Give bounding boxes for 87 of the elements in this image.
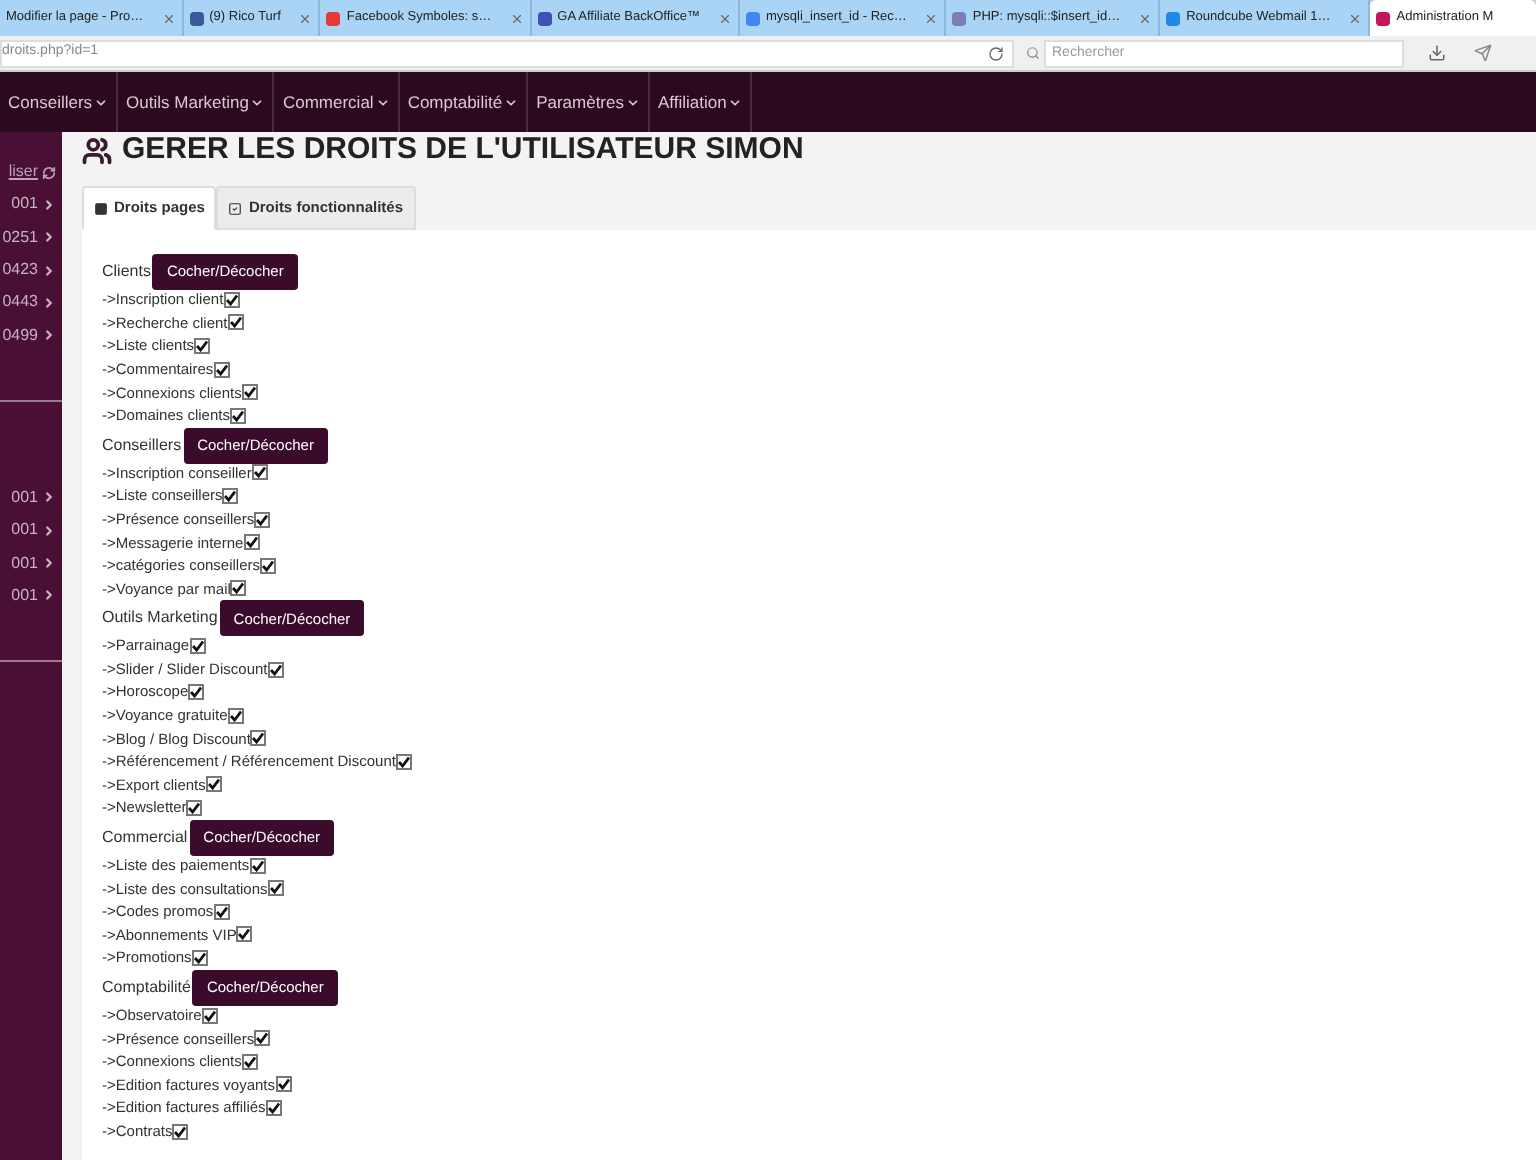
checkbox[interactable] xyxy=(241,1053,258,1070)
checkbox[interactable] xyxy=(223,291,240,308)
chevron-right-icon xyxy=(42,523,56,538)
checkbox[interactable] xyxy=(227,707,244,724)
page-title: GERER LES DROITS DE L'UTILISATEUR SIMON xyxy=(122,130,804,171)
check-icon xyxy=(191,639,204,652)
checkbox[interactable] xyxy=(236,926,253,943)
caret-icon xyxy=(626,95,640,109)
chevron-right-icon xyxy=(42,230,56,245)
checkbox[interactable] xyxy=(265,1100,282,1117)
section-title: Outils Marketing xyxy=(102,606,218,631)
check-icon xyxy=(174,1125,187,1138)
chevron-right-icon xyxy=(42,556,56,571)
checkbox[interactable] xyxy=(254,511,271,528)
checkbox[interactable] xyxy=(267,880,284,897)
close-icon[interactable] xyxy=(924,11,939,25)
section-title: Commercial xyxy=(102,825,188,850)
checkbox[interactable] xyxy=(213,361,230,378)
check-icon xyxy=(190,686,203,699)
check-icon xyxy=(253,466,266,479)
close-icon[interactable] xyxy=(298,11,313,25)
checkbox[interactable] xyxy=(241,384,258,401)
close-icon[interactable] xyxy=(717,11,732,25)
checkbox[interactable] xyxy=(205,776,222,793)
checkbox[interactable] xyxy=(172,1123,189,1140)
caret-icon xyxy=(94,95,109,109)
sidebar-item[interactable]: 0423 xyxy=(0,253,62,287)
checkbox[interactable] xyxy=(213,903,230,920)
checkbox[interactable] xyxy=(222,487,239,504)
close-icon[interactable] xyxy=(509,11,524,25)
checkbox[interactable] xyxy=(194,337,211,354)
checkbox[interactable] xyxy=(189,637,206,654)
checkbox[interactable] xyxy=(395,753,412,770)
search-icon xyxy=(1026,46,1040,60)
checkbox[interactable] xyxy=(260,557,276,574)
chevron-right-icon xyxy=(42,328,56,343)
caret-icon xyxy=(250,95,265,109)
check-icon xyxy=(397,755,410,768)
users-icon xyxy=(82,136,112,166)
close-icon[interactable] xyxy=(1138,11,1153,25)
checkbox[interactable] xyxy=(201,1007,218,1024)
checkbox[interactable] xyxy=(254,1030,271,1047)
check-icon xyxy=(232,582,245,595)
sidebar-item[interactable]: 0499 xyxy=(0,318,62,352)
section-title: Clients xyxy=(102,260,151,284)
checkbox[interactable] xyxy=(191,950,208,967)
check-icon xyxy=(269,663,282,676)
checkbox-icon xyxy=(228,201,243,215)
send-icon[interactable] xyxy=(1474,44,1492,62)
sidebar-item[interactable]: 001 xyxy=(0,546,62,580)
check-icon xyxy=(193,952,206,965)
chevron-right-icon xyxy=(42,295,56,310)
check-icon xyxy=(203,1009,216,1022)
caret-icon xyxy=(728,95,743,109)
chevron-right-icon xyxy=(42,588,56,603)
checkbox[interactable] xyxy=(249,857,266,874)
checkbox[interactable] xyxy=(229,407,246,424)
sidebar-item[interactable]: 001 xyxy=(0,481,62,515)
sidebar-item[interactable]: 0251 xyxy=(0,221,62,254)
sidebar-item[interactable]: 001 xyxy=(0,188,62,222)
sidebar-item[interactable]: 001 xyxy=(0,514,62,547)
check-icon xyxy=(224,489,237,502)
chevron-right-icon xyxy=(42,197,56,212)
checkbox[interactable] xyxy=(230,580,247,597)
reload-icon[interactable] xyxy=(988,45,1004,61)
caret-icon xyxy=(504,95,519,109)
sidebar-item[interactable]: liser xyxy=(0,156,62,189)
checkbox[interactable] xyxy=(186,800,203,817)
square-icon xyxy=(94,201,108,215)
chevron-right-icon xyxy=(42,490,56,505)
checkbox[interactable] xyxy=(227,314,244,331)
checkbox[interactable] xyxy=(275,1076,292,1093)
refresh-icon xyxy=(42,165,56,180)
close-icon[interactable] xyxy=(1348,11,1363,25)
checkbox[interactable] xyxy=(250,730,267,747)
checkbox[interactable] xyxy=(251,464,268,481)
section-title: Conseillers xyxy=(102,433,182,458)
sidebar-item[interactable]: 001 xyxy=(0,579,62,612)
checkbox[interactable] xyxy=(243,534,260,551)
download-icon[interactable] xyxy=(1428,44,1446,62)
checkbox[interactable] xyxy=(188,684,205,701)
checkbox[interactable] xyxy=(267,661,284,678)
chevron-right-icon xyxy=(42,263,56,278)
close-icon[interactable] xyxy=(161,11,176,25)
sidebar-item[interactable]: 0443 xyxy=(0,286,62,319)
section-title: Comptabilité xyxy=(102,975,191,1000)
caret-icon xyxy=(375,95,390,109)
